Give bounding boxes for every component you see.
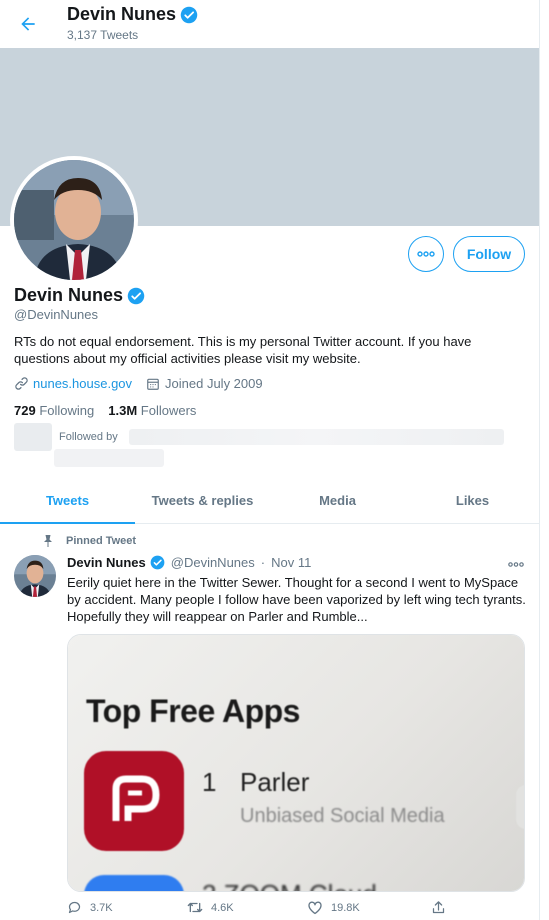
header-title: Devin Nunes bbox=[67, 4, 198, 25]
verified-badge-icon bbox=[180, 6, 198, 23]
reply-button[interactable]: 3.7K bbox=[67, 900, 113, 915]
link-icon bbox=[15, 377, 28, 390]
followed-by-section[interactable]: Followed by bbox=[14, 423, 524, 469]
media-app-rank: 1 bbox=[202, 767, 217, 797]
media-get-button bbox=[516, 785, 524, 829]
tweet-text: Eerily quiet here in the Twitter Sewer. … bbox=[67, 575, 526, 624]
follow-button[interactable]: Follow bbox=[453, 236, 525, 272]
heart-icon bbox=[308, 901, 322, 915]
profile-name: Devin Nunes bbox=[14, 285, 145, 306]
tweet-date[interactable]: Nov 11 bbox=[271, 555, 311, 570]
following-link[interactable]: 729 Following bbox=[14, 403, 94, 418]
profile-stats: 729 Following 1.3M Followers bbox=[14, 403, 196, 418]
media-title: Top Free Apps bbox=[86, 693, 300, 729]
header-name: Devin Nunes bbox=[67, 4, 177, 24]
retweet-count: 4.6K bbox=[211, 901, 234, 914]
tweet-author-name[interactable]: Devin Nunes bbox=[67, 555, 146, 570]
followers-label: Followers bbox=[140, 403, 197, 418]
retweet-icon bbox=[187, 902, 203, 913]
header-tweet-count: 3,137 Tweets bbox=[67, 28, 139, 42]
verified-badge-icon bbox=[150, 555, 165, 570]
tweet-header: Devin Nunes @DevinNunes · Nov 11 bbox=[67, 555, 311, 570]
zoom-app-icon bbox=[84, 875, 184, 891]
retweet-button[interactable]: 4.6K bbox=[187, 900, 234, 915]
pinned-label: Pinned Tweet bbox=[66, 535, 137, 547]
tab-tweets[interactable]: Tweets bbox=[0, 478, 135, 524]
share-icon bbox=[432, 901, 445, 914]
profile-avatar[interactable] bbox=[10, 156, 138, 284]
parler-app-icon bbox=[84, 751, 184, 851]
like-button[interactable]: 19.8K bbox=[307, 900, 360, 915]
tab-media[interactable]: Media bbox=[270, 478, 405, 523]
media-app-subtitle: Unbiased Social Media bbox=[240, 805, 445, 827]
verified-badge-icon bbox=[127, 287, 145, 304]
back-arrow-icon[interactable] bbox=[14, 10, 42, 38]
column-divider bbox=[539, 0, 540, 920]
redacted-names-line2 bbox=[54, 449, 164, 467]
redacted-avatars bbox=[14, 423, 52, 451]
profile-tabs: Tweets Tweets & replies Media Likes bbox=[0, 478, 540, 524]
media-app-name: Parler bbox=[240, 767, 310, 797]
more-dots-icon bbox=[417, 251, 435, 257]
reply-count: 3.7K bbox=[90, 901, 113, 914]
profile-handle: @DevinNunes bbox=[14, 307, 99, 322]
tweet-author-handle[interactable]: @DevinNunes bbox=[171, 555, 255, 570]
joined-date: Joined July 2009 bbox=[165, 376, 263, 391]
more-options-button[interactable] bbox=[408, 236, 444, 272]
followers-count: 1.3M bbox=[108, 403, 138, 418]
following-count: 729 bbox=[14, 403, 36, 418]
redacted-names bbox=[129, 429, 504, 445]
tweet-separator: · bbox=[260, 555, 266, 570]
website-link[interactable]: nunes.house.gov bbox=[33, 376, 132, 391]
followed-by-label: Followed by bbox=[59, 431, 118, 443]
media-app-row2: 2 ZOOM Cloud bbox=[202, 879, 377, 891]
share-button[interactable] bbox=[431, 900, 446, 915]
tweet-more-icon[interactable] bbox=[506, 558, 526, 570]
reply-icon bbox=[68, 901, 81, 914]
pinned-indicator: Pinned Tweet bbox=[42, 534, 136, 548]
following-label: Following bbox=[39, 403, 95, 418]
calendar-icon bbox=[146, 377, 160, 391]
profile-meta: nunes.house.gov Joined July 2009 bbox=[14, 376, 263, 391]
top-bar: Devin Nunes 3,137 Tweets bbox=[0, 0, 540, 48]
followers-link[interactable]: 1.3M Followers bbox=[108, 403, 196, 418]
tab-likes[interactable]: Likes bbox=[405, 478, 540, 523]
tweet-avatar[interactable] bbox=[14, 555, 56, 597]
profile-name-text: Devin Nunes bbox=[14, 285, 124, 305]
tweet-media-image[interactable]: Top Free Apps 1 Parler Unbiased Social M… bbox=[67, 634, 525, 892]
pin-icon bbox=[44, 535, 52, 547]
profile-bio: RTs do not equal endorsement. This is my… bbox=[14, 334, 472, 366]
like-count: 19.8K bbox=[331, 901, 360, 914]
tab-tweets-and-replies[interactable]: Tweets & replies bbox=[135, 478, 270, 523]
